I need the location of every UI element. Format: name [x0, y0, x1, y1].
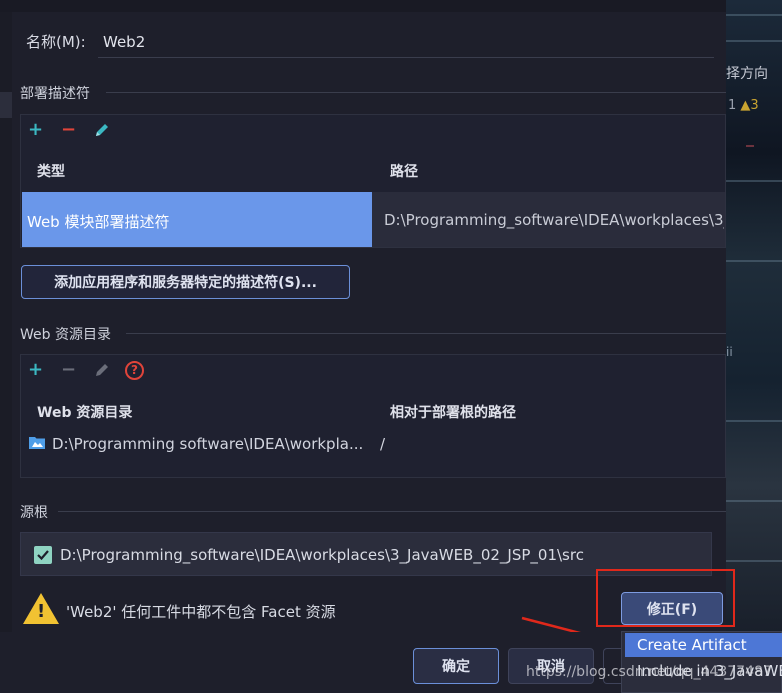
watermark: https://blog.csdn.net/qq_44377487: [526, 664, 772, 680]
remove-icon[interactable]: −: [61, 361, 76, 379]
title-strip: [0, 0, 726, 12]
column-header-type[interactable]: 类型: [37, 161, 65, 181]
table-cell-type: Web 模块部署描述符: [27, 213, 170, 231]
remove-icon[interactable]: −: [61, 121, 76, 139]
background-streak: [746, 145, 754, 147]
section-divider: [58, 511, 726, 512]
background-streak: [726, 40, 782, 42]
web-resources-title: Web 资源目录: [20, 327, 111, 343]
background-streak: [726, 420, 782, 422]
ok-button[interactable]: 确定: [413, 648, 499, 684]
source-roots-title: 源根: [20, 505, 48, 521]
help-icon[interactable]: ?: [125, 361, 144, 380]
warning-icon: ▲: [740, 98, 751, 113]
warning-icon: !: [23, 593, 59, 625]
table-cell-dir: D:\Programming software\IDEA\workpla...: [52, 435, 364, 453]
left-nav-selected-item[interactable]: [0, 92, 12, 118]
column-header-web-resource-dir[interactable]: Web 资源目录: [37, 402, 132, 422]
source-root-path: D:\Programming_software\IDEA\workplaces\…: [60, 546, 584, 564]
background-app-text: ii: [726, 345, 733, 359]
background-streak: [726, 560, 782, 562]
column-header-relative-path[interactable]: 相对于部署根的路径: [390, 402, 516, 422]
table-cell-relpath: /: [380, 435, 386, 453]
background-streak: [726, 14, 782, 16]
name-label: 名称(M):: [26, 33, 86, 51]
table-cell-path: D:\Programming_software\IDEA\workplaces\…: [384, 211, 724, 229]
source-root-checkbox[interactable]: [34, 546, 52, 564]
menu-item-create-artifact[interactable]: Create Artifact: [625, 633, 782, 657]
background-app-text: 3: [750, 98, 759, 113]
edit-icon[interactable]: [93, 121, 111, 139]
background-app-warning-icon: 1 ▲3: [728, 98, 759, 113]
folder-icon: [29, 436, 45, 449]
column-header-path[interactable]: 路径: [390, 161, 418, 181]
background-streak: [726, 260, 782, 262]
deployment-descriptors-title: 部署描述符: [20, 86, 90, 102]
background-app-text: 择方向: [726, 66, 768, 82]
add-descriptor-button[interactable]: 添加应用程序和服务器特定的描述符(S)...: [21, 265, 350, 299]
name-input[interactable]: [98, 26, 714, 58]
background-streak: [726, 180, 782, 182]
background-streak: [726, 500, 782, 502]
section-divider: [106, 92, 726, 93]
background-app-text: 1: [728, 98, 737, 113]
add-icon[interactable]: +: [28, 361, 43, 379]
add-icon[interactable]: +: [28, 121, 43, 139]
edit-icon[interactable]: [93, 361, 111, 379]
warning-text: 'Web2' 任何工件中都不包含 Facet 资源: [66, 603, 336, 621]
deployment-table-header: [21, 146, 725, 192]
section-divider: [126, 333, 726, 334]
